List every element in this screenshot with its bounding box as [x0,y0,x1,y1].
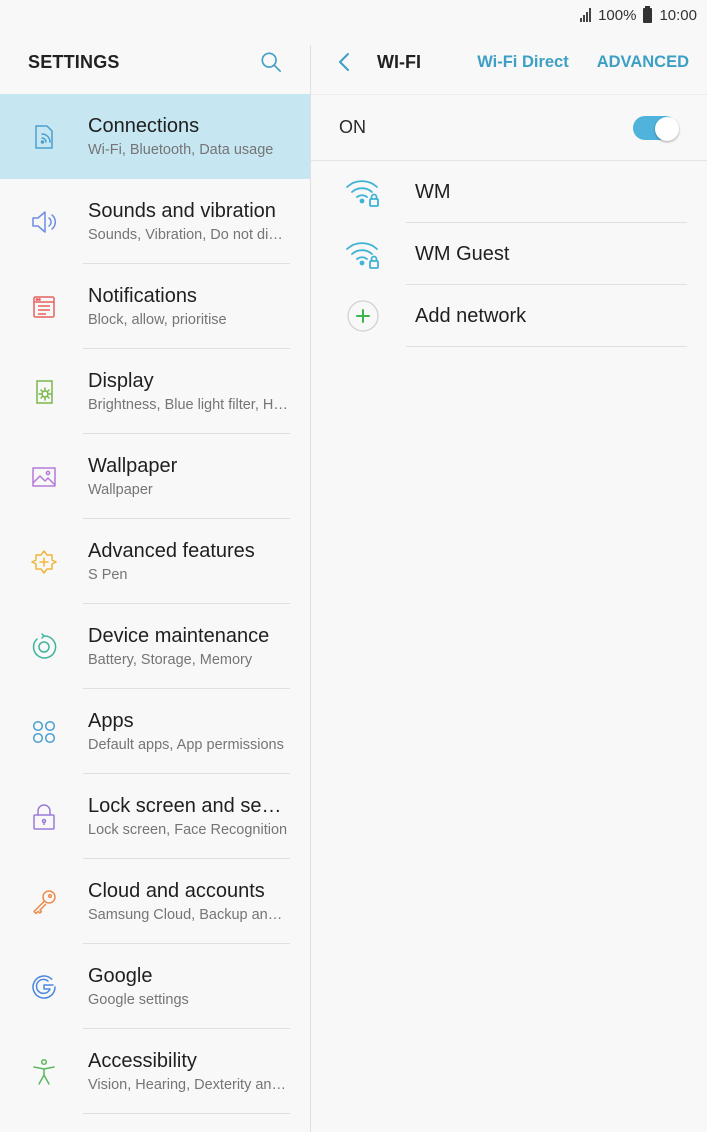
sidebar-item-display[interactable]: Display Brightness, Blue light filter, H… [0,349,310,434]
wifi-direct-button[interactable]: Wi-Fi Direct [477,53,569,72]
sidebar-item-cloud-accounts[interactable]: Cloud and accounts Samsung Cloud, Backup… [0,859,310,944]
accessibility-icon [0,1029,88,1114]
sidebar-item-subtitle: Lock screen, Face Recognition [88,822,288,838]
sidebar-item-subtitle: Wallpaper [88,482,153,498]
sidebar-item-connections[interactable]: Connections Wi-Fi, Bluetooth, Data usage [0,94,310,179]
sidebar-item-google[interactable]: Google Google settings [0,944,310,1029]
device-maintenance-icon [0,604,88,689]
sidebar-item-subtitle: S Pen [88,567,128,583]
battery-percent: 100% [598,6,637,24]
network-name: WM Guest [415,242,510,265]
wifi-lock-icon [311,237,415,271]
sidebar-item-label: Notifications [88,285,197,307]
sidebar-item-notifications[interactable]: Notifications Block, allow, prioritise [0,264,310,349]
display-icon [0,349,88,434]
notifications-icon [0,264,88,349]
wallpaper-icon [0,434,88,519]
sidebar-item-label: Connections [88,115,200,137]
add-icon [311,299,415,333]
apps-icon [0,689,88,774]
sidebar-item-label: Apps [88,710,134,732]
sidebar-item-apps[interactable]: Apps Default apps, App permissions [0,689,310,774]
sidebar-item-subtitle: Sounds, Vibration, Do not disturb [88,227,288,243]
sidebar-item-label: Lock screen and security [88,795,288,817]
sidebar-item-label: Sounds and vibration [88,200,276,222]
status-bar: 100% 10:00 [0,0,707,30]
sidebar-item-label: Device maintenance [88,625,270,647]
clock: 10:00 [659,6,697,24]
sidebar-item-subtitle: Samsung Cloud, Backup and restore [88,907,288,923]
sidebar-item-subtitle: Vision, Hearing, Dexterity and interacti… [88,1077,288,1093]
sidebar-item-label: Advanced features [88,540,255,562]
sidebar-item-label: Display [88,370,154,392]
settings-header: SETTINGS [0,30,310,94]
advanced-features-icon [0,519,88,604]
sidebar-item-subtitle: Brightness, Blue light filter, Home scre… [88,397,288,413]
sidebar-item-subtitle: Block, allow, prioritise [88,312,227,328]
sidebar-item-accessibility[interactable]: Accessibility Vision, Hearing, Dexterity… [0,1029,310,1114]
sidebar-item-lock-screen[interactable]: Lock screen and security Lock screen, Fa… [0,774,310,859]
connections-icon [0,94,88,179]
settings-pane: SETTINGS Connections Wi-Fi, Bluetooth, D… [0,30,310,1132]
wifi-toggle[interactable] [633,115,679,141]
google-icon [0,944,88,1029]
key-icon [0,859,88,944]
wifi-lock-icon [311,175,415,209]
back-arrow-icon[interactable] [335,51,355,73]
speaker-icon [0,179,88,264]
add-network-label: Add network [415,304,527,327]
network-item-wm[interactable]: WM [311,161,707,223]
sidebar-item-subtitle: Google settings [88,992,189,1008]
wifi-header: WI-FI Wi-Fi Direct ADVANCED [311,30,707,94]
battery-icon [643,5,653,23]
sidebar-item-subtitle: Battery, Storage, Memory [88,652,253,668]
advanced-button[interactable]: ADVANCED [597,53,689,72]
sidebar-item-label: Cloud and accounts [88,880,265,902]
lock-icon [0,774,88,859]
add-network-button[interactable]: Add network [311,285,707,347]
wifi-toggle-row[interactable]: ON [311,94,707,161]
sidebar-item-wallpaper[interactable]: Wallpaper Wallpaper [0,434,310,519]
wifi-pane: WI-FI Wi-Fi Direct ADVANCED ON WM WM Gue… [311,30,707,1132]
sidebar-item-label: Accessibility [88,1050,197,1072]
settings-list: Connections Wi-Fi, Bluetooth, Data usage… [0,94,310,1114]
page-title: SETTINGS [28,51,120,72]
network-item-wm-guest[interactable]: WM Guest [311,223,707,285]
sidebar-item-advanced-features[interactable]: Advanced features S Pen [0,519,310,604]
search-icon[interactable] [260,51,282,73]
wifi-on-label: ON [339,117,366,137]
sidebar-item-device-maintenance[interactable]: Device maintenance Battery, Storage, Mem… [0,604,310,689]
wifi-title: WI-FI [377,51,421,72]
sidebar-item-subtitle: Default apps, App permissions [88,737,284,753]
network-name: WM [415,180,451,203]
sidebar-item-label: Google [88,965,153,987]
signal-icon [580,8,592,22]
sidebar-item-sounds[interactable]: Sounds and vibration Sounds, Vibration, … [0,179,310,264]
sidebar-item-label: Wallpaper [88,455,178,477]
sidebar-item-subtitle: Wi-Fi, Bluetooth, Data usage [88,142,274,158]
